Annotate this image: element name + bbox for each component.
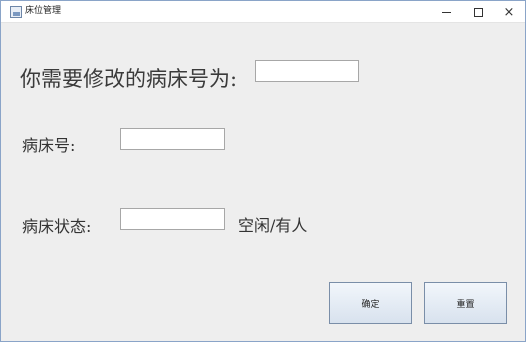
reset-button[interactable]: 重置 bbox=[424, 282, 507, 324]
bed-status-label: 病床状态: bbox=[22, 217, 92, 236]
title-bar[interactable]: 床位管理 × bbox=[1, 1, 525, 23]
close-icon: × bbox=[503, 4, 515, 20]
bed-management-window: 床位管理 × 你需要修改的病床号为: 病床号: 病床状态: 空闲/有人 确定 重… bbox=[0, 0, 526, 342]
minimize-icon bbox=[441, 11, 451, 13]
bed-status-input[interactable] bbox=[120, 208, 225, 230]
window-title: 床位管理 bbox=[25, 6, 62, 16]
minimize-button[interactable] bbox=[431, 1, 461, 23]
target-bed-label: 你需要修改的病床号为: bbox=[20, 67, 238, 91]
confirm-button[interactable]: 确定 bbox=[329, 282, 412, 324]
maximize-button[interactable] bbox=[463, 1, 493, 23]
bed-status-hint: 空闲/有人 bbox=[238, 216, 308, 235]
maximize-icon bbox=[473, 7, 483, 17]
bed-number-input[interactable] bbox=[120, 128, 225, 150]
target-bed-input[interactable] bbox=[255, 60, 359, 82]
bed-number-label: 病床号: bbox=[22, 136, 76, 155]
app-icon bbox=[10, 6, 22, 18]
close-button[interactable]: × bbox=[494, 1, 524, 23]
